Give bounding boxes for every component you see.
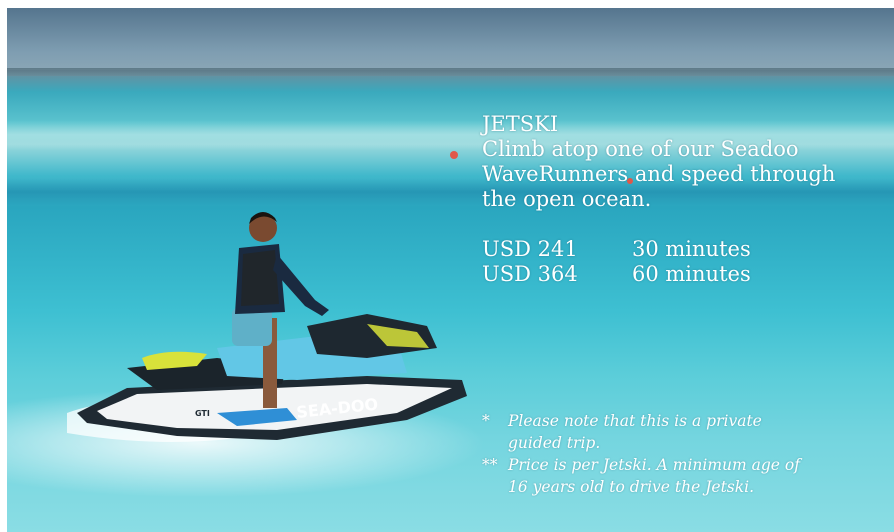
sky [7, 8, 894, 70]
horizon [7, 68, 894, 76]
price-row: USD 364 60 minutes [482, 262, 882, 287]
activity-description: Climb atop one of our Seadoo WaveRunners… [482, 137, 836, 211]
activity-title: JETSKI [482, 112, 559, 136]
buoy-icon [450, 151, 458, 159]
price-row: USD 241 30 minutes [482, 237, 882, 262]
footnote-text: Please note that this is a private guide… [508, 412, 762, 452]
price-list: USD 241 30 minutes USD 364 60 minutes [482, 237, 882, 287]
footnote: * Please note that this is a private gui… [482, 410, 812, 454]
footnote-mark: ** [482, 456, 498, 474]
footnotes: * Please note that this is a private gui… [482, 410, 812, 498]
jetski-flyer: SEA-DOO GTI JETSKI Climb atop one of our… [7, 8, 894, 532]
price-duration: 60 minutes [632, 262, 751, 286]
footnote-text: Price is per Jetski. A minimum age of 16… [508, 456, 800, 496]
model-text: GTI [195, 409, 210, 418]
jetski-photo: SEA-DOO GTI [67, 212, 467, 442]
price-duration: 30 minutes [632, 237, 751, 261]
activity-info: JETSKI Climb atop one of our Seadoo Wave… [482, 112, 882, 287]
price-amount: USD 364 [482, 262, 578, 286]
footnote: ** Price is per Jetski. A minimum age of… [482, 454, 812, 498]
footnote-mark: * [482, 412, 490, 430]
price-amount: USD 241 [482, 237, 578, 261]
